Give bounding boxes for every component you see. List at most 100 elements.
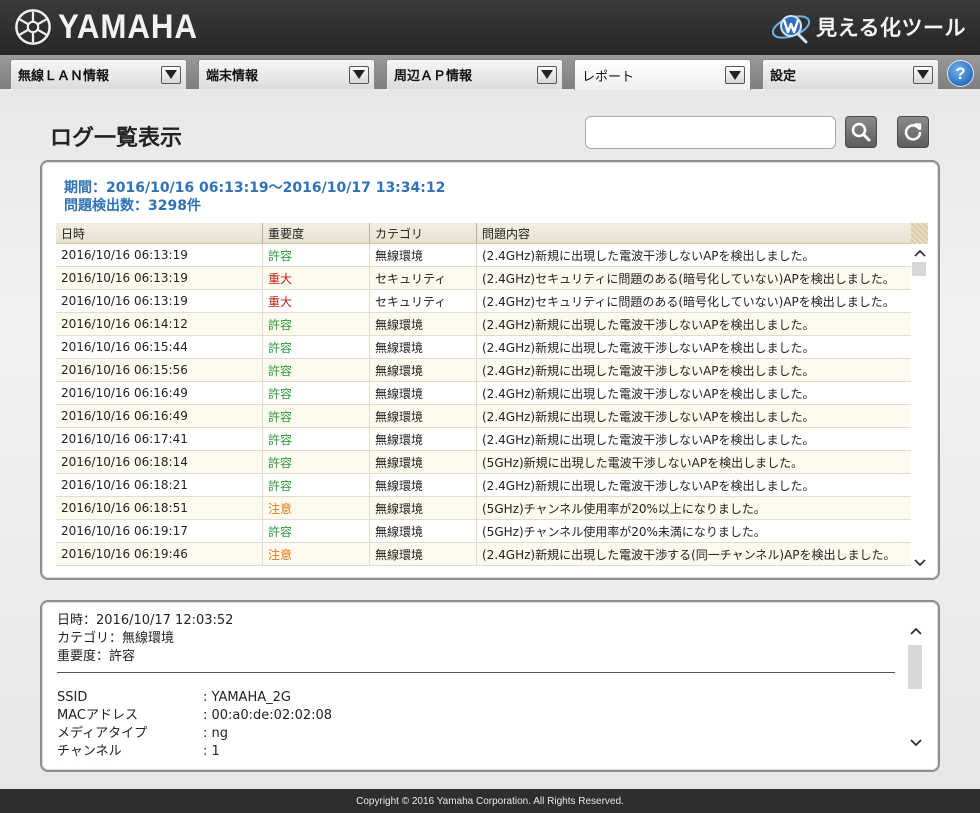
cell-datetime: 2016/10/16 06:14:12 xyxy=(56,313,263,335)
table-row[interactable]: 2016/10/16 06:18:21 許容 無線環境 (2.4GHz)新規に出現した… xyxy=(56,474,911,497)
table-row[interactable]: 2016/10/16 06:18:51 注意 無線環境 (5GHz)チャンネル使用率が… xyxy=(56,497,911,520)
cell-datetime: 2016/10/16 06:18:21 xyxy=(56,474,263,496)
tab-terminal-info[interactable]: 端末情報 xyxy=(198,59,375,89)
cell-datetime: 2016/10/16 06:18:51 xyxy=(56,497,263,519)
column-header-severity[interactable]: 重要度 xyxy=(263,223,370,243)
yamaha-tuning-fork-icon xyxy=(15,9,51,45)
brand-logo: YAMAHA xyxy=(14,7,210,47)
chevron-down-icon[interactable] xyxy=(913,65,933,84)
table-row[interactable]: 2016/10/16 06:13:19 許容 無線環境 (2.4GHz)新規に出現した… xyxy=(56,244,911,267)
refresh-button[interactable] xyxy=(897,116,929,148)
cell-category: セキュリティ xyxy=(370,267,477,289)
cell-datetime: 2016/10/16 06:13:19 xyxy=(56,267,263,289)
detail-field-key: 認証方式 xyxy=(57,761,203,762)
cell-severity: 注意 xyxy=(263,497,370,519)
table-row[interactable]: 2016/10/16 06:15:44 許容 無線環境 (2.4GHz)新規に出現した… xyxy=(56,336,911,359)
summary-count: 問題検出数：3298件 xyxy=(64,198,201,214)
tab-settings[interactable]: 設定 xyxy=(762,59,939,89)
detail-datetime: 日時：2016/10/17 12:03:52 xyxy=(57,613,234,628)
tab-label: 端末情報 xyxy=(206,69,259,84)
cell-category: 無線環境 xyxy=(370,244,477,266)
brand-name: YAMAHA xyxy=(58,7,198,46)
cell-severity: 許容 xyxy=(263,336,370,358)
cell-severity: 許容 xyxy=(263,428,370,450)
scroll-thumb[interactable] xyxy=(912,262,926,276)
column-header-datetime[interactable]: 日時 xyxy=(56,223,263,243)
cell-message: (5GHz)新規に出現した電波干渉しないAPを検出しました。 xyxy=(482,455,804,470)
tab-label: 設定 xyxy=(770,69,797,84)
cell-datetime: 2016/10/16 06:16:49 xyxy=(56,405,263,427)
scroll-up-button[interactable] xyxy=(911,244,928,262)
cell-message: (2.4GHz)新規に出現した電波干渉しないAPを検出しました。 xyxy=(482,478,815,493)
chevron-down-icon[interactable] xyxy=(537,65,557,84)
cell-message: (2.4GHz)新規に出現した電波干渉しないAPを検出しました。 xyxy=(482,432,815,447)
table-row[interactable]: 2016/10/16 06:17:41 許容 無線環境 (2.4GHz)新規に出現した… xyxy=(56,428,911,451)
cell-severity: 許容 xyxy=(263,520,370,542)
chevron-down-icon[interactable] xyxy=(349,65,369,84)
cell-severity: 重大 xyxy=(263,267,370,289)
table-row[interactable]: 2016/10/16 06:19:46 注意 無線環境 (2.4GHz)新規に出現した… xyxy=(56,543,911,566)
cell-datetime: 2016/10/16 06:18:14 xyxy=(56,451,263,473)
main-tab-bar: 無線ＬＡＮ情報 端末情報 周辺ＡＰ情報 レポート 設定 ? xyxy=(0,55,980,90)
chevron-down-icon xyxy=(913,559,926,567)
table-row[interactable]: 2016/10/16 06:18:14 許容 無線環境 (5GHz)新規に出現した電波… xyxy=(56,451,911,474)
search-button[interactable] xyxy=(845,116,877,148)
tool-title: 見える化ツール xyxy=(768,8,966,46)
log-detail-panel: 日時：2016/10/17 12:03:52 カテゴリ：無線環境 重要度：許容 … xyxy=(40,600,940,772)
table-row[interactable]: 2016/10/16 06:14:12 許容 無線環境 (2.4GHz)新規に出現した… xyxy=(56,313,911,336)
cell-message: (2.4GHz)新規に出現した電波干渉しないAPを検出しました。 xyxy=(482,363,815,378)
search-input[interactable] xyxy=(585,116,836,149)
search-icon xyxy=(851,122,871,142)
cell-message: (2.4GHz)新規に出現した電波干渉しないAPを検出しました。 xyxy=(482,340,815,355)
detail-field-value: : 00:a0:de:02:02:08 xyxy=(203,708,333,723)
detail-field-value: : ng xyxy=(203,726,229,741)
cell-severity: 許容 xyxy=(263,359,370,381)
cell-datetime: 2016/10/16 06:19:46 xyxy=(56,543,263,565)
scroll-down-button[interactable] xyxy=(907,734,924,752)
table-row[interactable]: 2016/10/16 06:19:17 許容 無線環境 (5GHz)チャンネル使用率が… xyxy=(56,520,911,543)
cell-message: (5GHz)チャンネル使用率が20%未満になりました。 xyxy=(482,524,766,539)
detail-category: カテゴリ：無線環境 xyxy=(57,631,175,646)
detail-field-row: MACアドレス: 00:a0:de:02:02:08 xyxy=(57,707,332,725)
cell-message: (2.4GHz)新規に出現した電波干渉しないAPを検出しました。 xyxy=(482,317,815,332)
table-row[interactable]: 2016/10/16 06:16:49 許容 無線環境 (2.4GHz)新規に出現した… xyxy=(56,405,911,428)
chevron-down-icon[interactable] xyxy=(725,66,745,84)
cell-severity: 注意 xyxy=(263,543,370,565)
cell-message: (5GHz)チャンネル使用率が20%以上になりました。 xyxy=(482,501,766,516)
help-button[interactable]: ? xyxy=(947,60,974,87)
cell-severity: 重大 xyxy=(263,290,370,312)
tab-nearby-ap-info[interactable]: 周辺ＡＰ情報 xyxy=(386,59,563,89)
column-header-category[interactable]: カテゴリ xyxy=(370,223,477,243)
log-table-scrollbar[interactable] xyxy=(911,244,928,572)
cell-category: 無線環境 xyxy=(370,405,477,427)
table-row[interactable]: 2016/10/16 06:16:49 許容 無線環境 (2.4GHz)新規に出現した… xyxy=(56,382,911,405)
column-header-message[interactable]: 問題内容 xyxy=(477,223,911,243)
cell-severity: 許容 xyxy=(263,244,370,266)
detail-field-row: チャンネル : 1 xyxy=(57,743,332,761)
detail-field-key: チャンネル xyxy=(57,744,122,759)
table-row[interactable]: 2016/10/16 06:15:56 許容 無線環境 (2.4GHz)新規に出現した… xyxy=(56,359,911,382)
table-row[interactable]: 2016/10/16 06:13:19 重大 セキュリティ (2.4GHz)セキュリテ… xyxy=(56,290,911,313)
log-table-header: 日時 重要度 カテゴリ 問題内容 xyxy=(56,223,911,244)
chevron-down-icon xyxy=(909,739,922,747)
cell-category: 無線環境 xyxy=(370,474,477,496)
tab-label: レポート xyxy=(582,69,635,85)
detail-field-value: : 1 xyxy=(203,744,220,759)
tool-title-text: 見える化ツール xyxy=(816,16,966,40)
cell-message: (2.4GHz)新規に出現した電波干渉しないAPを検出しました。 xyxy=(482,386,815,401)
chevron-up-icon xyxy=(913,249,926,257)
table-row[interactable]: 2016/10/16 06:13:19 重大 セキュリティ (2.4GHz)セキュリテ… xyxy=(56,267,911,290)
cell-severity: 許容 xyxy=(263,313,370,335)
detail-field-row: 認証方式: WPA2-PSK xyxy=(57,761,332,762)
footer-copyright: Copyright © 2016 Yamaha Corporation. All… xyxy=(0,789,980,813)
tab-label: 周辺ＡＰ情報 xyxy=(394,69,473,84)
tab-wireless-lan-info[interactable]: 無線ＬＡＮ情報 xyxy=(10,59,187,89)
chevron-down-icon[interactable] xyxy=(161,65,181,84)
tab-report[interactable]: レポート xyxy=(574,59,751,90)
detail-scrollbar[interactable] xyxy=(907,622,924,752)
cell-message: (2.4GHz)新規に出現した電波干渉しないAPを検出しました。 xyxy=(482,248,815,263)
scroll-down-button[interactable] xyxy=(911,554,928,572)
scroll-up-button[interactable] xyxy=(907,622,924,640)
scroll-thumb[interactable] xyxy=(908,645,922,689)
cell-severity: 許容 xyxy=(263,405,370,427)
